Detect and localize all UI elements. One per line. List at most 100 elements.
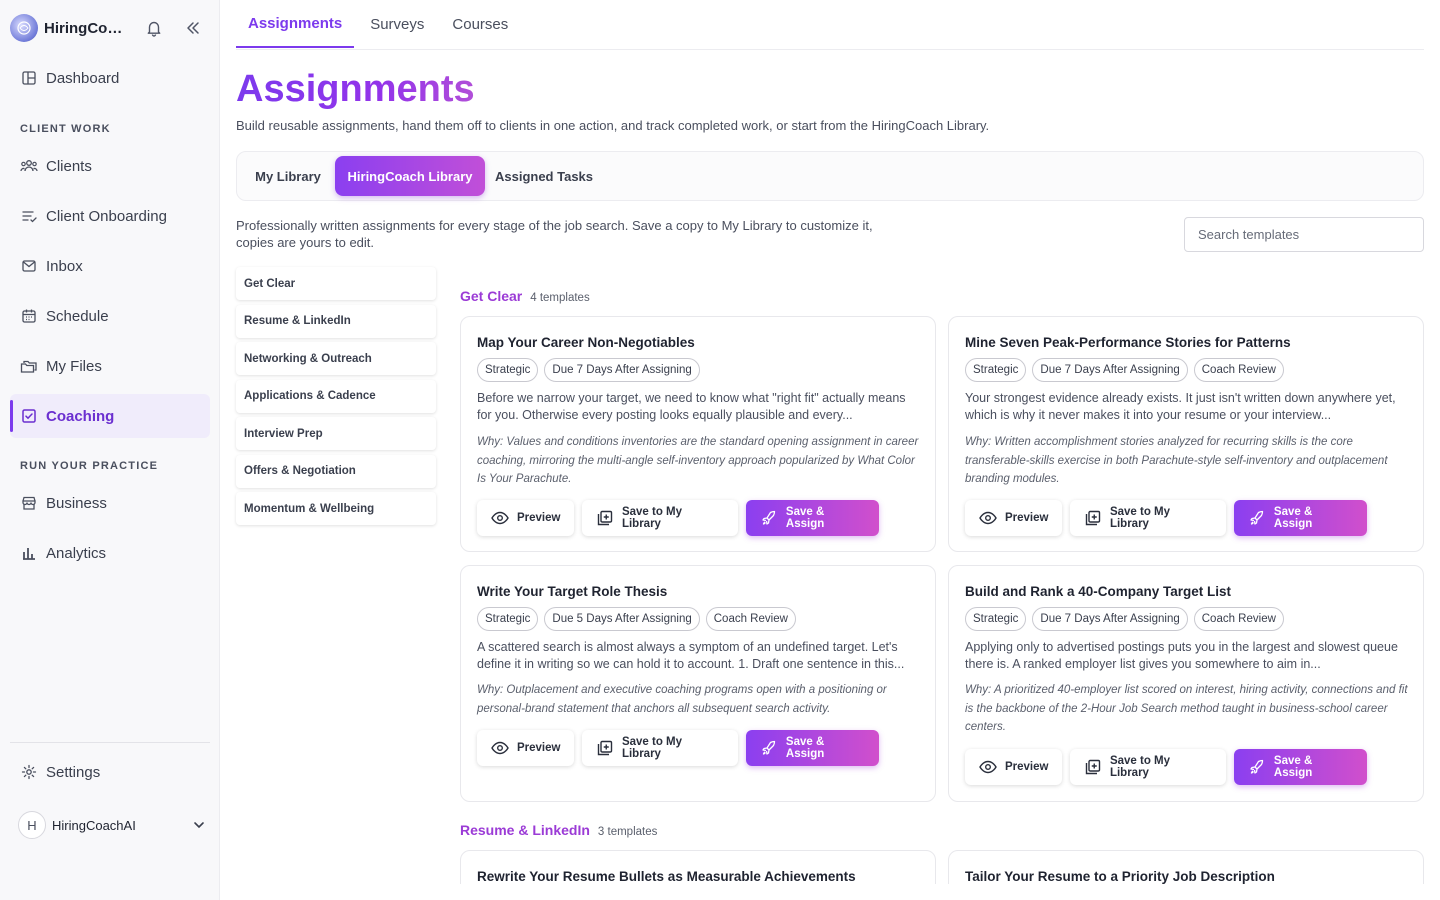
page-subtitle: Build reusable assignments, hand them of…	[236, 118, 990, 133]
section-client-work: CLIENT WORK	[20, 123, 111, 135]
card-tags: Strategic Due 7 Days After Assigning Coa…	[965, 358, 1290, 382]
card-rationale: Why: Values and conditions inventories a…	[477, 436, 919, 485]
sidebar-item-dashboard[interactable]: Dashboard	[10, 56, 210, 100]
tag: Due 5 Days After Assigning	[544, 607, 700, 631]
sidebar-item-business[interactable]: Business	[10, 481, 210, 525]
save-to-library-button[interactable]: Save to My Library	[582, 730, 738, 766]
sidebar-item-inbox[interactable]: Inbox	[10, 244, 210, 288]
preview-button[interactable]: Preview	[477, 500, 574, 536]
card-actions: Preview Save to My Library Save & Assign	[477, 500, 887, 536]
card-title: Write Your Target Role Thesis	[477, 584, 668, 599]
group-count: 3 templates	[597, 826, 658, 838]
brand[interactable]: HiringCoachAI	[10, 12, 210, 44]
button-label: Save & Assign	[1273, 506, 1313, 530]
preview-button[interactable]: Preview	[965, 500, 1062, 536]
category-item[interactable]: Networking & Outreach	[236, 342, 436, 375]
button-label: Save & Assign	[1273, 755, 1313, 779]
preview-button[interactable]: Preview	[477, 730, 574, 766]
user-name: HiringCoachAI	[52, 817, 136, 833]
tab-courses[interactable]: Courses	[440, 0, 520, 48]
library-description: Professionally written assignments for e…	[236, 218, 873, 250]
category-item[interactable]: Resume & LinkedIn	[236, 304, 436, 338]
template-card: Write Your Target Role Thesis Strategic …	[460, 565, 936, 802]
tag: Strategic	[965, 607, 1027, 631]
category-item[interactable]: Momentum & Wellbeing	[236, 492, 436, 525]
save-and-assign-button[interactable]: Save & Assign	[1234, 500, 1367, 536]
group-count: 4 templates	[530, 292, 590, 304]
sidebar: HiringCoachAI Dashboard CLIENT WORK Clie…	[0, 0, 220, 900]
button-label: Preview	[517, 742, 561, 754]
bell-icon[interactable]	[142, 16, 166, 40]
rocket-icon	[1248, 758, 1266, 776]
sidebar-item-label: Clients	[46, 157, 92, 175]
sidebar-item-my-files[interactable]: My Files	[10, 344, 210, 388]
card-description: Applying only to advertised postings put…	[965, 640, 1398, 671]
sidebar-item-schedule[interactable]: Schedule	[10, 294, 210, 338]
save-to-library-button[interactable]: Save to My Library	[582, 500, 738, 536]
search-input[interactable]	[1184, 217, 1424, 252]
mail-icon	[20, 257, 38, 275]
card-description: A scattered search is almost always a sy…	[477, 640, 905, 671]
button-label: Preview	[1005, 512, 1049, 524]
sidebar-item-client-onboarding[interactable]: Client Onboarding	[10, 194, 210, 238]
sidebar-item-coaching[interactable]: Coaching	[10, 394, 210, 438]
save-and-assign-button[interactable]: Save & Assign	[1234, 749, 1367, 785]
tag: Strategic	[965, 358, 1027, 382]
save-and-assign-button[interactable]: Save & Assign	[746, 730, 879, 766]
sidebar-item-analytics[interactable]: Analytics	[10, 531, 210, 575]
segment-hiringcoach-library[interactable]: HiringCoach Library	[335, 156, 485, 196]
save-and-assign-button[interactable]: Save & Assign	[746, 500, 879, 536]
segment-assigned-tasks[interactable]: Assigned Tasks	[489, 156, 599, 196]
section-run-your-practice: RUN YOUR PRACTICE	[20, 460, 159, 472]
group-header: Get Clear 4 templates	[460, 288, 590, 304]
calendar-icon	[20, 307, 38, 325]
card-actions: Preview Save to My Library Save & Assign	[477, 730, 887, 766]
save-to-library-button[interactable]: Save to My Library	[1070, 500, 1226, 536]
user-menu[interactable]: H HiringCoachAI	[18, 810, 208, 840]
button-label: Save & Assign	[785, 506, 825, 530]
sidebar-item-label: Client Onboarding	[46, 207, 167, 225]
collapse-sidebar-icon[interactable]	[181, 16, 205, 40]
add-to-library-icon	[1084, 509, 1102, 527]
chevron-down-icon[interactable]	[190, 816, 208, 834]
category-item[interactable]: Offers & Negotiation	[236, 454, 436, 488]
group-title: Resume & LinkedIn	[460, 822, 590, 838]
sidebar-item-label: Coaching	[46, 407, 115, 425]
tab-assignments[interactable]: Assignments	[236, 0, 355, 48]
sidebar-item-label: Business	[46, 494, 107, 512]
eye-icon	[979, 758, 997, 776]
sidebar-item-label: Settings	[46, 763, 101, 781]
button-label: Save to My Library	[1109, 506, 1171, 530]
card-description: Your strongest evidence already exists. …	[965, 391, 1396, 422]
card-title: Tailor Your Resume to a Priority Job Des…	[965, 869, 1275, 884]
add-to-library-icon	[596, 509, 614, 527]
brand-name: HiringCoachAI	[44, 19, 128, 37]
button-label: Save to My Library	[621, 506, 683, 530]
rocket-icon	[1248, 509, 1266, 527]
segment-my-library[interactable]: My Library	[241, 156, 335, 196]
folders-icon	[20, 357, 38, 375]
template-card: Mine Seven Peak-Performance Stories for …	[948, 316, 1424, 552]
group-title: Get Clear	[460, 288, 523, 304]
sidebar-item-clients[interactable]: Clients	[10, 144, 210, 188]
clipboard-check-icon	[20, 407, 38, 425]
button-label: Save to My Library	[621, 736, 683, 760]
button-label: Save to My Library	[1109, 755, 1171, 779]
group-header: Resume & LinkedIn 3 templates	[460, 822, 657, 838]
preview-button[interactable]: Preview	[965, 749, 1062, 785]
category-item[interactable]: Get Clear	[236, 267, 436, 300]
tab-surveys[interactable]: Surveys	[358, 0, 436, 48]
card-title: Mine Seven Peak-Performance Stories for …	[965, 335, 1291, 350]
tag: Coach Review	[1193, 358, 1284, 382]
tag: Strategic	[477, 607, 539, 631]
sidebar-item-settings[interactable]: Settings	[10, 750, 210, 794]
button-label: Preview	[517, 512, 561, 524]
add-to-library-icon	[596, 739, 614, 757]
category-item[interactable]: Applications & Cadence	[236, 379, 436, 413]
template-card: Map Your Career Non-Negotiables Strategi…	[460, 316, 936, 552]
dashboard-icon	[20, 69, 38, 87]
card-tags: Strategic Due 7 Days After Assigning Coa…	[965, 607, 1290, 631]
save-to-library-button[interactable]: Save to My Library	[1070, 749, 1226, 785]
category-item[interactable]: Interview Prep	[236, 417, 436, 450]
add-to-library-icon	[1084, 758, 1102, 776]
